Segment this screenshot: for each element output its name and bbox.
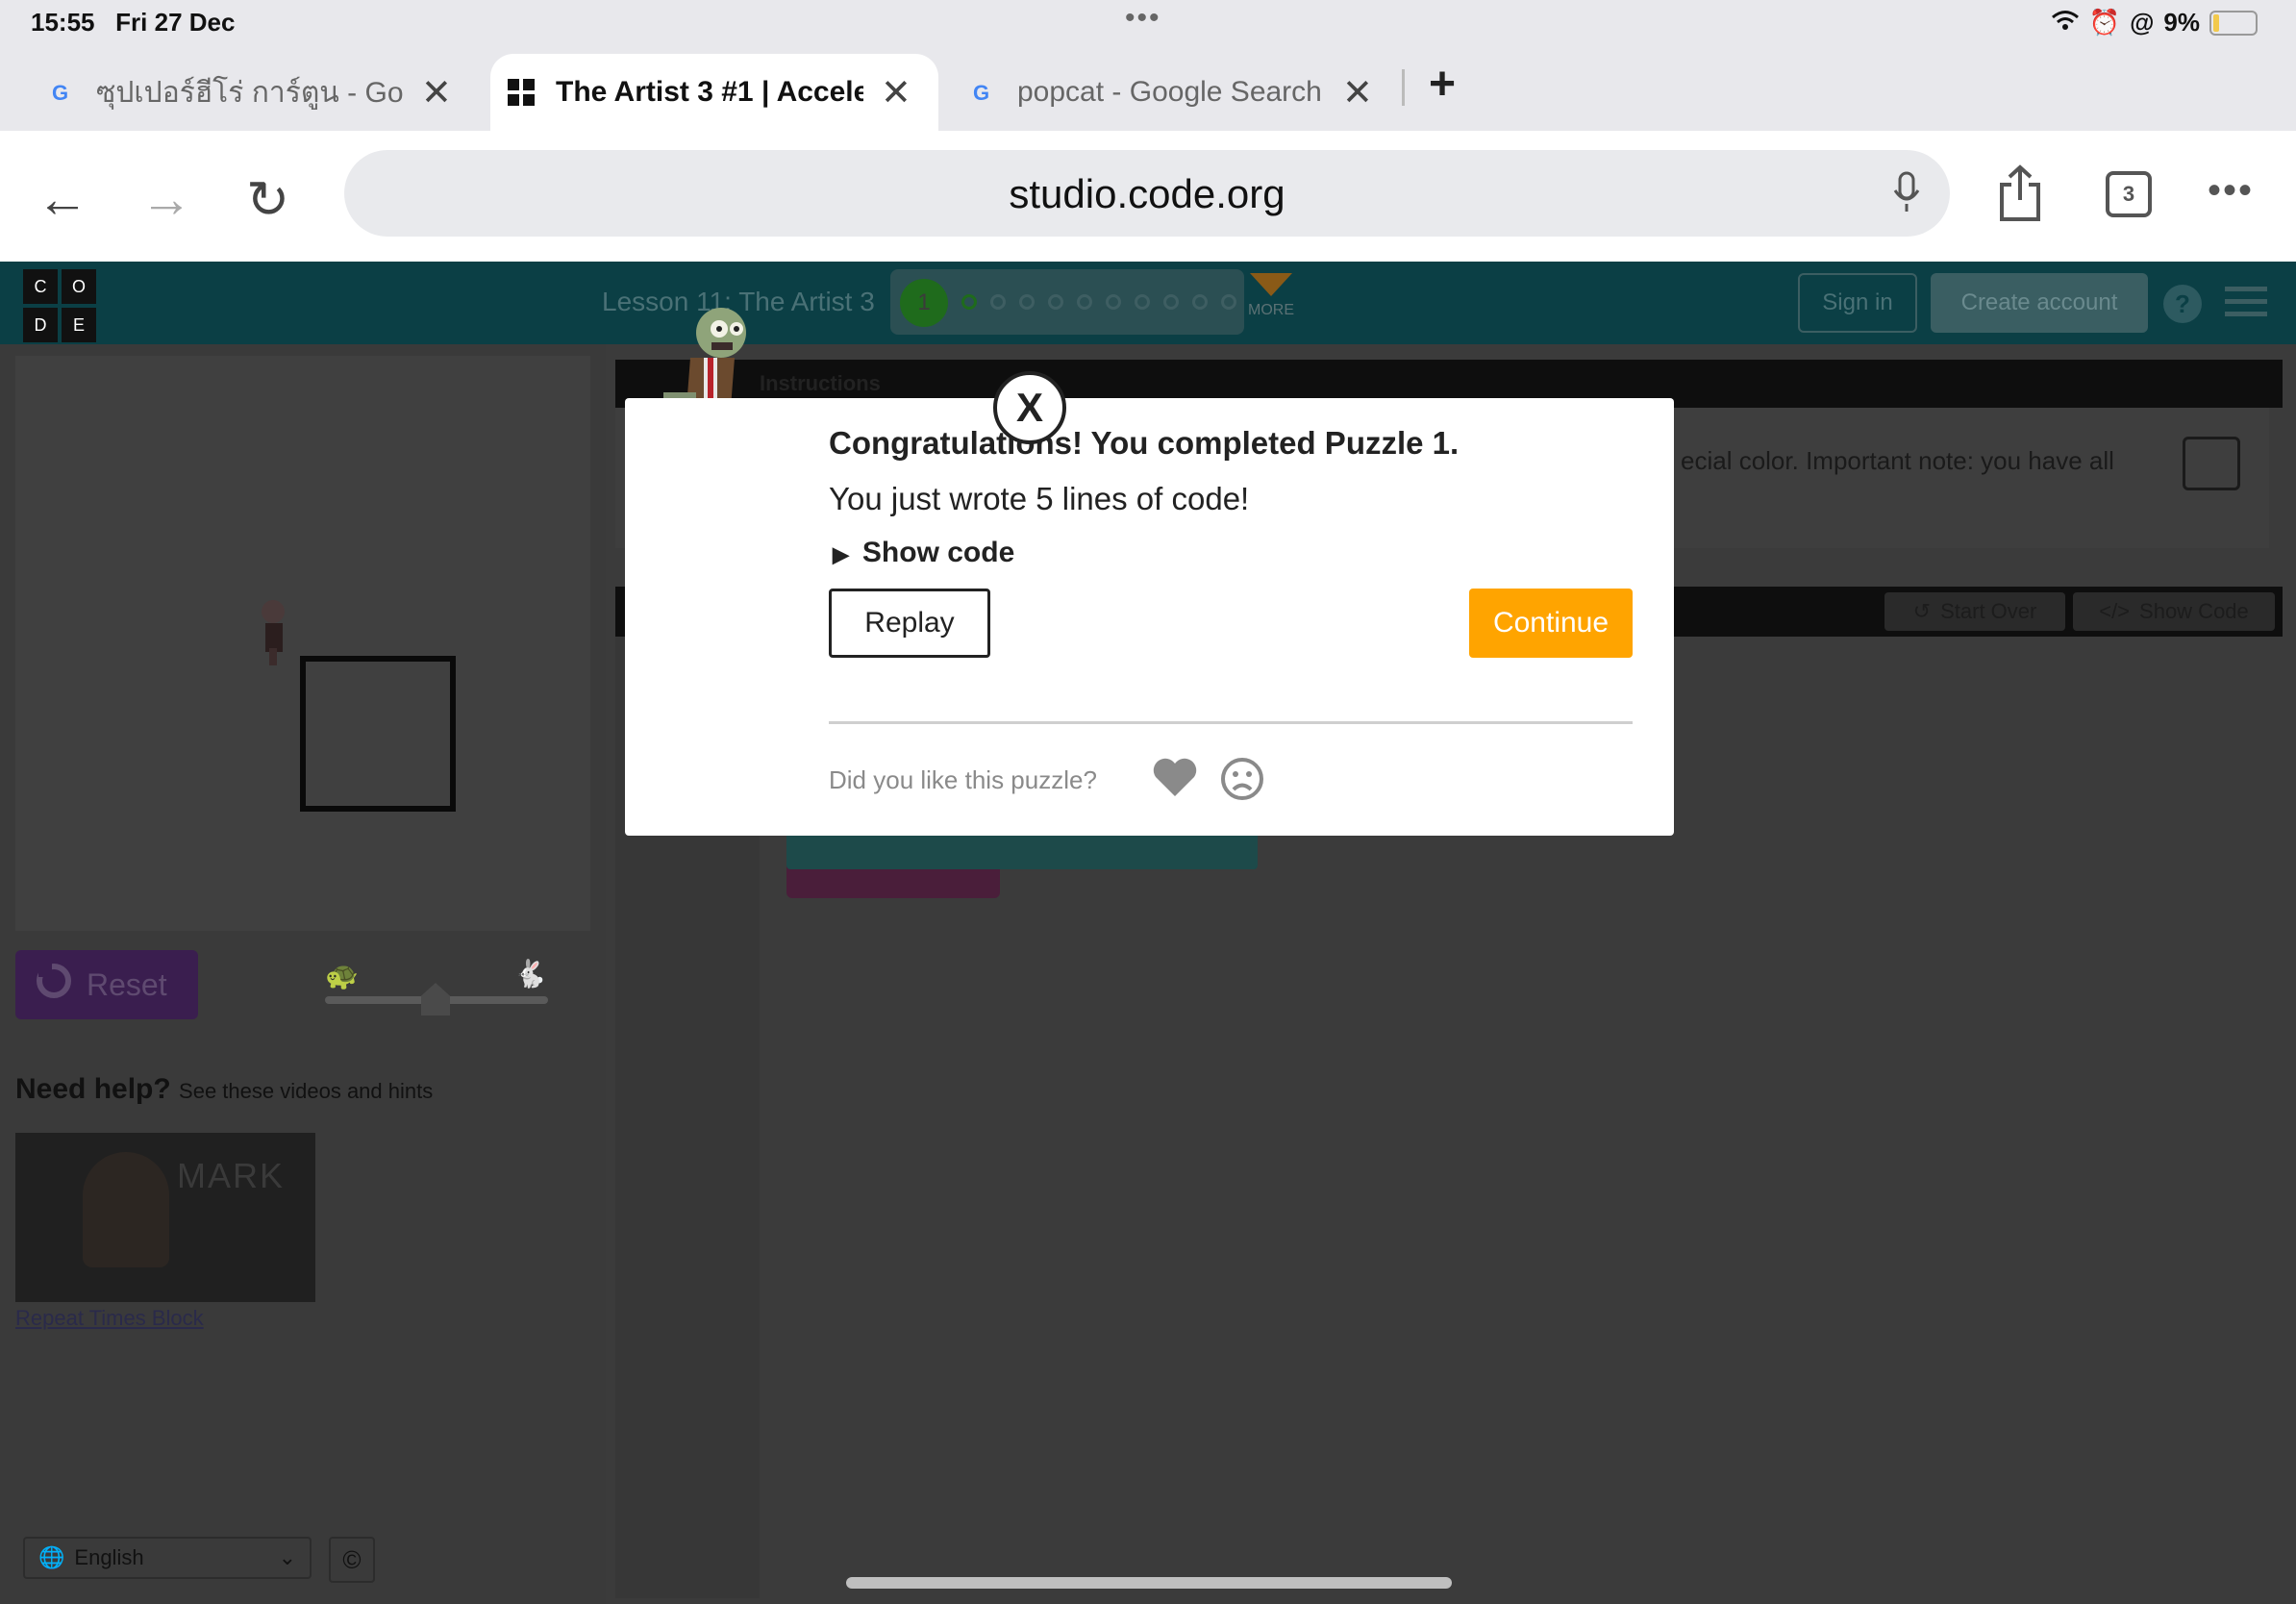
- continue-button[interactable]: Continue: [1469, 589, 1633, 658]
- app-header: CO DE Lesson 11: The Artist 3 1 MORE Sig…: [0, 262, 2296, 344]
- microphone-icon[interactable]: [1892, 171, 1921, 223]
- dialog-divider: [829, 721, 1633, 724]
- reset-button[interactable]: Reset: [15, 950, 198, 1019]
- battery-percent: 9%: [2163, 8, 2200, 37]
- artist-sprite: [254, 598, 302, 672]
- puzzle-dot[interactable]: [1048, 294, 1063, 310]
- tab-title: popcat - Google Search: [1017, 76, 1322, 108]
- drawing-canvas: [15, 356, 590, 931]
- tab-title: ซุปเปอร์ฮีโร่ การ์ตูน - Google: [96, 76, 404, 109]
- status-bar: 15:55 Fri 27 Dec ••• ⏰ @ 9%: [0, 0, 2296, 44]
- feedback-prompt: Did you like this puzzle?: [829, 765, 1097, 794]
- hamburger-menu-icon[interactable]: [2225, 285, 2267, 324]
- video-person-silhouette: [83, 1152, 169, 1267]
- close-tab-icon[interactable]: ✕: [421, 71, 452, 114]
- text-to-speech-icon[interactable]: [2183, 437, 2240, 490]
- dialog-subtitle: You just wrote 5 lines of code!: [829, 481, 1250, 516]
- svg-text:G: G: [52, 81, 68, 105]
- alarm-icon: ⏰: [2088, 8, 2121, 37]
- orientation-lock-icon: @: [2130, 8, 2155, 37]
- wifi-icon: [2051, 8, 2080, 38]
- puzzle-progress: 1: [890, 269, 1244, 335]
- code-org-logo[interactable]: CO DE: [23, 269, 96, 342]
- battery-icon: [2209, 10, 2258, 36]
- more-options-icon[interactable]: •••: [2208, 169, 2254, 213]
- browser-tab[interactable]: G popcat - Google Search ✕: [969, 54, 1392, 131]
- start-over-button[interactable]: ↺ Start Over: [1884, 592, 2065, 631]
- instructions-text: ecial color. Important note: you have al…: [1681, 446, 2114, 475]
- turtle-slow-icon: 🐢: [325, 961, 359, 990]
- language-select[interactable]: 🌐 English ⌄: [23, 1537, 312, 1579]
- heart-icon[interactable]: [1152, 756, 1198, 803]
- chevron-down-icon: ⌄: [278, 1545, 296, 1569]
- sad-face-icon[interactable]: [1219, 756, 1265, 807]
- drawn-square: [300, 656, 456, 812]
- back-icon[interactable]: ←: [37, 169, 88, 229]
- triangle-right-icon: ▶: [833, 542, 849, 566]
- show-code-toggle[interactable]: ▶ Show code: [833, 537, 1014, 569]
- forward-icon[interactable]: →: [140, 169, 192, 229]
- puzzle-dot[interactable]: [1019, 294, 1035, 310]
- tab-switcher-button[interactable]: 3: [2106, 171, 2152, 217]
- new-tab-icon[interactable]: +: [1429, 58, 1456, 111]
- help-icon[interactable]: ?: [2163, 285, 2202, 323]
- close-tab-icon[interactable]: ✕: [1342, 71, 1373, 114]
- more-puzzles-button[interactable]: MORE: [1248, 273, 1294, 319]
- puzzle-dot[interactable]: [1135, 294, 1150, 310]
- rabbit-fast-icon: 🐇: [513, 959, 547, 989]
- copyright-icon[interactable]: ©: [329, 1537, 375, 1583]
- share-icon[interactable]: [1996, 163, 2044, 228]
- chevron-down-icon: [1250, 273, 1292, 296]
- puzzle-dot[interactable]: [1221, 294, 1236, 310]
- browser-toolbar: ← → ↻ studio.code.org 3 •••: [0, 131, 2296, 262]
- puzzle-dot[interactable]: [961, 294, 977, 310]
- tab-bar: G ซุปเปอร์ฮีโร่ การ์ตูน - Google ✕ The A…: [0, 44, 2296, 131]
- google-icon: G: [48, 79, 75, 106]
- code-org-icon: [508, 79, 535, 106]
- home-indicator[interactable]: [846, 1577, 1452, 1589]
- sign-in-button[interactable]: Sign in: [1798, 273, 1917, 333]
- reload-icon[interactable]: ↻: [246, 169, 289, 230]
- language-value: English: [74, 1545, 144, 1569]
- reset-icon: [35, 962, 73, 1008]
- puzzle-dot[interactable]: [1163, 294, 1179, 310]
- puzzle-dot[interactable]: [990, 294, 1006, 310]
- reset-label: Reset: [87, 966, 167, 1002]
- left-panel: Reset 🐢 🐇 Need help? See these videos an…: [0, 344, 606, 1604]
- address-bar[interactable]: studio.code.org: [344, 150, 1950, 237]
- status-indicators: ⏰ @ 9%: [2051, 8, 2258, 38]
- globe-icon: 🌐: [38, 1545, 65, 1569]
- video-overlay-text: MARK: [177, 1156, 286, 1195]
- speed-slider-handle[interactable]: [421, 983, 450, 1015]
- svg-text:G: G: [973, 81, 989, 105]
- show-code-button[interactable]: </> Show Code: [2073, 592, 2275, 631]
- browser-tab[interactable]: G ซุปเปอร์ฮีโร่ การ์ตูน - Google ✕: [48, 54, 471, 131]
- speed-slider[interactable]: [325, 983, 548, 1015]
- dialog-title: Congratulations! You completed Puzzle 1.: [829, 425, 1460, 461]
- replay-button[interactable]: Replay: [829, 589, 990, 658]
- code-icon: </>: [2099, 599, 2131, 623]
- puzzle-dot[interactable]: [1192, 294, 1208, 310]
- multitasking-dots-icon[interactable]: •••: [1125, 2, 1161, 35]
- puzzle-dot[interactable]: [1077, 294, 1092, 310]
- tab-divider: [1402, 69, 1405, 106]
- current-puzzle-bubble[interactable]: 1: [900, 279, 948, 327]
- undo-icon: ↺: [1912, 599, 1932, 623]
- browser-tab-active[interactable]: The Artist 3 #1 | Accelerated ✕: [490, 54, 938, 131]
- video-thumbnail[interactable]: MARK: [15, 1133, 315, 1302]
- status-time: 15:55 Fri 27 Dec: [31, 8, 236, 37]
- completion-dialog: Congratulations! You completed Puzzle 1.…: [625, 398, 1674, 836]
- google-icon: G: [969, 79, 996, 106]
- create-account-button[interactable]: Create account: [1931, 273, 2148, 333]
- video-link[interactable]: Repeat Times Block: [15, 1306, 204, 1331]
- close-tab-icon[interactable]: ✕: [881, 71, 911, 114]
- puzzle-dot[interactable]: [1106, 294, 1121, 310]
- url-text: studio.code.org: [1009, 171, 1285, 216]
- close-dialog-button[interactable]: X: [993, 371, 1066, 444]
- need-help-heading: Need help? See these videos and hints: [15, 1073, 434, 1105]
- tab-title: The Artist 3 #1 | Accelerated: [556, 76, 863, 108]
